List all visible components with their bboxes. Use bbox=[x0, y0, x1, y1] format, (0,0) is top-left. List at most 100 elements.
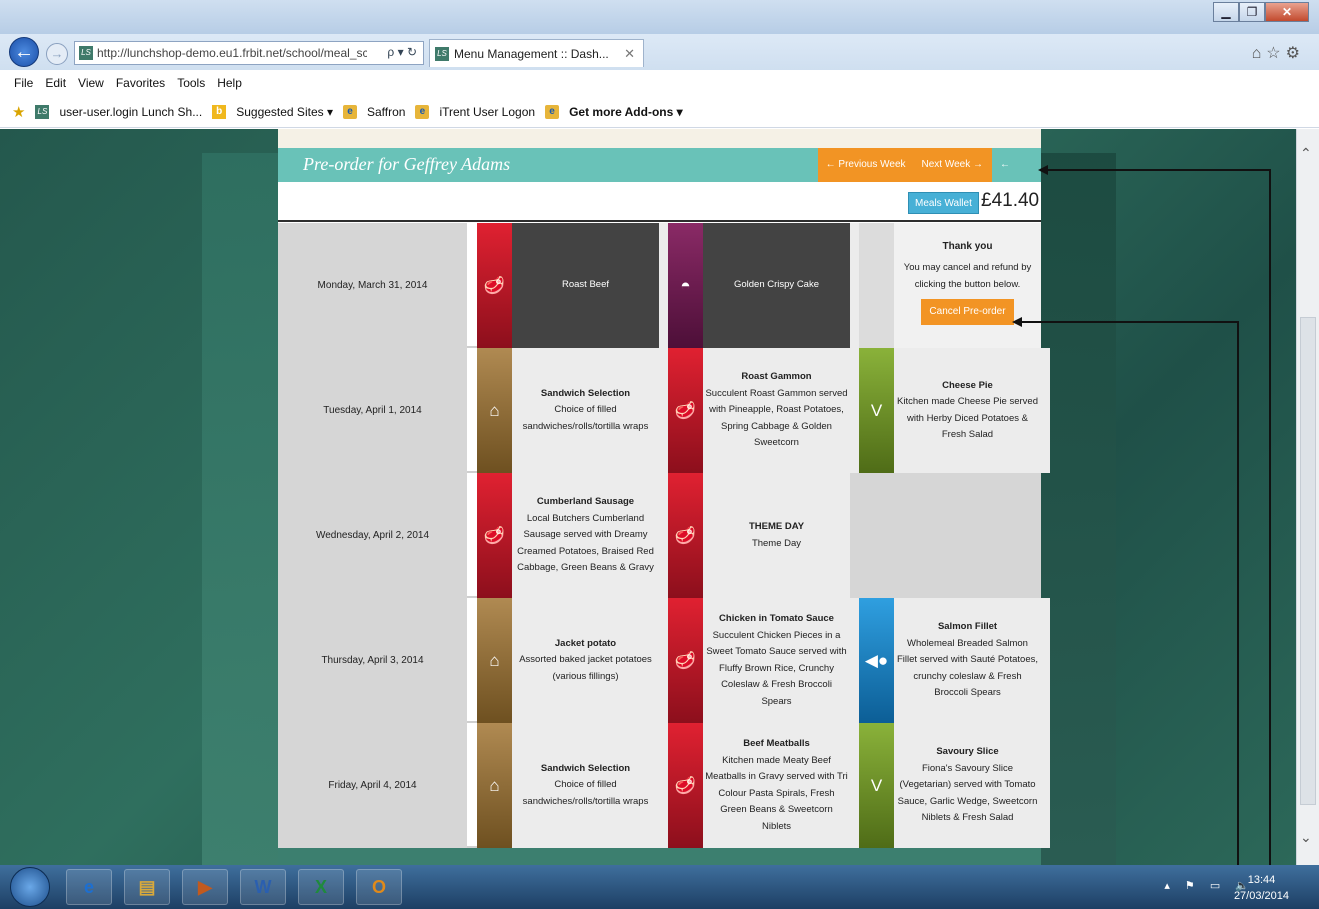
favorites-star-icon[interactable]: ★ bbox=[12, 103, 25, 121]
meal-option[interactable]: 🥩 Roast Beef bbox=[477, 223, 668, 348]
meal-text: Sandwich Selection Choice of filled sandw… bbox=[512, 348, 659, 473]
meat-icon: 🥩 bbox=[668, 348, 703, 473]
home-favorites-settings-icons[interactable]: ⌂☆⚙ bbox=[1252, 43, 1305, 63]
meal-description: Assorted baked jacket potatoes (various … bbox=[519, 654, 652, 682]
ie-page-icon: e bbox=[545, 104, 560, 119]
favorite-itrent[interactable]: iTrent User Logon bbox=[439, 105, 535, 119]
lunchshop-favicon-icon: LS bbox=[35, 104, 50, 119]
close-button[interactable]: ✕ bbox=[1265, 2, 1309, 22]
meals-wallet-button[interactable]: Meals Wallet bbox=[908, 192, 979, 214]
start-button[interactable] bbox=[10, 867, 50, 907]
meal-description: Succulent Roast Gammon served with Pinea… bbox=[705, 387, 848, 449]
meal-option[interactable]: V Cheese Pie Kitchen made Cheese Pie serve… bbox=[859, 348, 1050, 473]
window-controls: ▁ ❐ ✕ bbox=[1213, 2, 1309, 22]
menu-edit[interactable]: Edit bbox=[45, 76, 66, 90]
wallet-row: Meals Wallet £41.40 bbox=[278, 182, 1041, 222]
meal-title: Salmon Fillet bbox=[937, 621, 998, 633]
back-button[interactable]: ← Back bbox=[991, 148, 1041, 204]
decorative-panel bbox=[202, 153, 282, 865]
bread-icon: ⌂ bbox=[477, 348, 512, 473]
fish-icon: ◀● bbox=[859, 598, 894, 723]
meal-title: Savoury Slice bbox=[936, 746, 999, 758]
meal-option[interactable]: 🥩 Roast Gammon Succulent Roast Gammon serv… bbox=[668, 348, 859, 473]
meal-text: THEME DAY Theme Day bbox=[703, 473, 850, 598]
annotation-arrow-head bbox=[1038, 165, 1048, 175]
menu-view[interactable]: View bbox=[78, 76, 104, 90]
meal-title: Roast Beef bbox=[562, 279, 609, 291]
meal-text: Jacket potato Assorted baked jacket potat… bbox=[512, 598, 659, 723]
meal-option[interactable]: ⌂ Sandwich Selection Choice of filled sand… bbox=[477, 723, 668, 848]
menu-file[interactable]: File bbox=[14, 76, 33, 90]
empty-meal-slot bbox=[850, 473, 1041, 598]
cancel-preorder-button[interactable]: Cancel Pre-order bbox=[921, 299, 1014, 325]
address-url[interactable]: http://lunchshop-demo.eu1.frbit.net/scho… bbox=[97, 46, 367, 60]
previous-week-button[interactable]: ← Previous Week bbox=[817, 148, 914, 182]
day-row: Tuesday, April 1, 2014 ⌂ Sandwich Selectio… bbox=[278, 348, 1050, 473]
favorite-suggested-sites[interactable]: Suggested Sites ▾ bbox=[236, 105, 333, 119]
meal-option[interactable]: 🥩 Cumberland Sausage Local Butchers Cumber… bbox=[477, 473, 668, 598]
clock[interactable]: 13:44 27/03/2014 bbox=[1234, 872, 1289, 904]
ie-page-icon: e bbox=[342, 104, 357, 119]
menu-favorites[interactable]: Favorites bbox=[116, 76, 165, 90]
meal-option[interactable]: ⌂ Jacket potato Assorted baked jacket pota… bbox=[477, 598, 668, 723]
day-date: Thursday, April 3, 2014 bbox=[278, 598, 467, 723]
taskbar-media-icon[interactable]: ▶ bbox=[182, 869, 228, 905]
day-row: Monday, March 31, 2014 🥩 Roast Beef ◓ Golden… bbox=[278, 223, 1041, 348]
favorite-saffron[interactable]: Saffron bbox=[367, 105, 405, 119]
footer-strip bbox=[278, 848, 1041, 865]
meal-option[interactable]: 🥩 Chicken in Tomato Sauce Succulent Chicke… bbox=[668, 598, 859, 723]
meat-icon: 🥩 bbox=[668, 723, 703, 848]
browser-forward-button[interactable]: → bbox=[46, 43, 68, 65]
meal-option[interactable]: 🥩 THEME DAY Theme Day bbox=[668, 473, 859, 598]
taskbar-explorer-icon[interactable]: ▤ bbox=[124, 869, 170, 905]
browser-back-button[interactable]: ← bbox=[9, 37, 39, 67]
address-actions[interactable]: ρ ▾ ↻ bbox=[387, 45, 417, 59]
meal-text: Cumberland Sausage Local Butchers Cumberl… bbox=[512, 473, 659, 598]
tab-close-icon[interactable]: ✕ bbox=[624, 46, 635, 62]
thank-you-panel: Thank you You may cancel and refund by cl… bbox=[859, 223, 1041, 348]
browser-tab[interactable]: LS Menu Management :: Dash... ✕ bbox=[429, 39, 644, 67]
favorite-get-addons[interactable]: Get more Add-ons ▾ bbox=[569, 105, 683, 119]
meal-text: Savoury Slice Fiona's Savoury Slice (Vege… bbox=[894, 723, 1041, 848]
scroll-down-icon[interactable]: ⌄ bbox=[1300, 829, 1312, 846]
meal-text: Golden Crispy Cake bbox=[703, 223, 850, 348]
meal-option[interactable]: ◀● Salmon Fillet Wholemeal Breaded Salmon … bbox=[859, 598, 1050, 723]
favorite-lunchshop[interactable]: user-user.login Lunch Sh... bbox=[59, 105, 202, 119]
annotation-arrow-head bbox=[1012, 317, 1022, 327]
clock-date: 27/03/2014 bbox=[1233, 890, 1289, 902]
meal-title: Cheese Pie bbox=[942, 379, 993, 391]
meal-option[interactable]: ⌂ Sandwich Selection Choice of filled sand… bbox=[477, 348, 668, 473]
bread-icon: ⌂ bbox=[477, 723, 512, 848]
meal-title: Sandwich Selection bbox=[540, 762, 631, 774]
favorites-bar: ★ LS user-user.login Lunch Sh... b Sugge… bbox=[0, 96, 1319, 128]
site-logo-icon: LS bbox=[79, 46, 93, 60]
maximize-button[interactable]: ❐ bbox=[1239, 2, 1265, 22]
meat-icon: 🥩 bbox=[668, 598, 703, 723]
meal-option[interactable]: ◓ Golden Crispy Cake bbox=[668, 223, 859, 348]
menu-help[interactable]: Help bbox=[217, 76, 242, 90]
page-title: Pre-order for Geffrey Adams bbox=[303, 154, 511, 174]
meal-text: Roast Gammon Succulent Roast Gammon serve… bbox=[703, 348, 850, 473]
next-week-button[interactable]: Next Week → bbox=[913, 148, 991, 182]
vertical-scrollbar[interactable]: ⌃ ⌄ bbox=[1296, 129, 1319, 865]
scroll-thumb[interactable] bbox=[1300, 317, 1316, 805]
thank-you-body: Thank you You may cancel and refund by cl… bbox=[894, 223, 1041, 348]
preorder-header: Pre-order for Geffrey Adams ← Previous W… bbox=[278, 148, 1041, 204]
blank-strip bbox=[859, 223, 894, 348]
taskbar-word-icon[interactable]: W bbox=[240, 869, 286, 905]
day-date: Monday, March 31, 2014 bbox=[278, 223, 467, 348]
minimize-button[interactable]: ▁ bbox=[1213, 2, 1239, 22]
meal-option[interactable]: 🥩 Beef Meatballs Kitchen made Meaty Beef M… bbox=[668, 723, 859, 848]
vegetarian-icon: V bbox=[859, 723, 894, 848]
taskbar-ie-icon[interactable]: e bbox=[66, 869, 112, 905]
taskbar-outlook-icon[interactable]: O bbox=[356, 869, 402, 905]
address-bar[interactable]: LS http://lunchshop-demo.eu1.frbit.net/s… bbox=[74, 41, 424, 65]
meal-option[interactable]: V Savoury Slice Fiona's Savoury Slice (Veg… bbox=[859, 723, 1050, 848]
window-titlebar: ▁ ❐ ✕ bbox=[0, 0, 1319, 34]
scroll-up-icon[interactable]: ⌃ bbox=[1300, 145, 1312, 162]
taskbar-excel-icon[interactable]: X bbox=[298, 869, 344, 905]
ie-page-icon: e bbox=[415, 104, 430, 119]
menu-tools[interactable]: Tools bbox=[177, 76, 205, 90]
day-date: Wednesday, April 2, 2014 bbox=[278, 473, 467, 598]
meal-text: Beef Meatballs Kitchen made Meaty Beef Me… bbox=[703, 723, 850, 848]
